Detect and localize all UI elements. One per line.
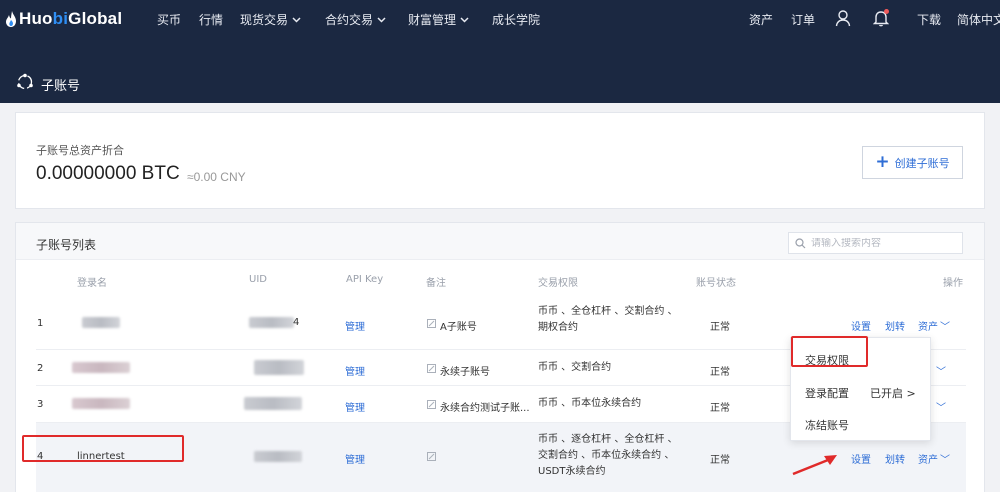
user-icon[interactable]: [835, 9, 851, 27]
notification-dot: [884, 9, 889, 14]
login-name-redacted: [82, 317, 120, 328]
apikey-manage-link[interactable]: 管理: [345, 363, 365, 378]
apikey-manage-link[interactable]: 管理: [345, 318, 365, 333]
account-status: 正常: [710, 367, 730, 378]
note-text: 永续合约测试子账...: [440, 403, 530, 414]
nav-markets[interactable]: 行情: [199, 11, 223, 28]
col-apikey: API Key: [346, 274, 384, 285]
nav-assets[interactable]: 资产: [749, 11, 773, 28]
search-box[interactable]: [788, 232, 963, 254]
col-login: 登录名: [77, 278, 107, 289]
create-subaccount-button[interactable]: + 创建子账号: [862, 146, 963, 179]
list-header: 子账号列表: [16, 223, 984, 260]
transfer-link[interactable]: 划转: [885, 451, 905, 466]
col-perm: 交易权限: [538, 278, 578, 289]
summary-card: 子账号总资产折合 0.00000000 BTC ≈0.00 CNY + 创建子账…: [15, 112, 985, 209]
create-subaccount-label: 创建子账号: [894, 156, 950, 170]
edit-icon[interactable]: [427, 400, 436, 409]
uid-redacted: [244, 397, 302, 410]
apikey-manage-link[interactable]: 管理: [345, 451, 365, 466]
total-cny-value: ≈0.00 CNY: [187, 170, 246, 184]
row-index: 2: [37, 363, 44, 374]
nav-spot-trading[interactable]: 现货交易: [240, 11, 301, 28]
col-ops: 操作: [943, 278, 963, 289]
chevron-down-icon: ﹀: [940, 455, 950, 466]
edit-icon[interactable]: [427, 452, 436, 461]
note-text: 永续子账号: [440, 367, 490, 378]
assets-dropdown[interactable]: 资产 ﹀: [918, 451, 950, 466]
col-uid: UID: [249, 274, 267, 285]
nav-language[interactable]: 简体中文: [957, 11, 1000, 28]
account-status: 正常: [710, 322, 730, 333]
menu-freeze-account[interactable]: 冻结账号: [805, 417, 849, 433]
row-index: 1: [37, 318, 44, 329]
settings-link[interactable]: 设置: [851, 318, 871, 333]
trade-permissions: 币币 、币本位永续合约: [538, 398, 642, 409]
list-title: 子账号列表: [36, 238, 97, 252]
row-index: 3: [37, 399, 44, 410]
edit-icon[interactable]: [427, 364, 436, 373]
chevron-down-icon: ﹀: [936, 367, 946, 378]
search-input[interactable]: [811, 237, 951, 249]
nav-academy[interactable]: 成长学院: [492, 11, 540, 28]
annotation-arrow-icon: [792, 455, 837, 476]
transfer-link[interactable]: 划转: [885, 318, 905, 333]
nav-orders[interactable]: 订单: [791, 11, 815, 28]
chevron-down-icon: ﹀: [936, 403, 946, 414]
assets-dropdown[interactable]: ﹀: [934, 399, 946, 414]
edit-icon[interactable]: [427, 319, 436, 328]
chevron-down-icon: ﹀: [940, 322, 950, 333]
trade-permissions: 币币 、交割合约: [538, 362, 612, 373]
col-note: 备注: [426, 278, 446, 289]
login-name-redacted: [72, 362, 130, 373]
chevron-down-icon: [460, 16, 469, 23]
col-status: 账号状态: [696, 278, 736, 289]
nav-buy-crypto[interactable]: 买币: [157, 11, 181, 28]
huobi-global-logo[interactable]: Huo bi Global: [6, 9, 122, 29]
page-header: 子账号: [0, 37, 1000, 103]
chevron-right-icon: >: [906, 387, 916, 400]
menu-login-config[interactable]: 登录配置: [805, 385, 849, 401]
chevron-down-icon: [292, 16, 301, 23]
assets-dropdown[interactable]: 资产 ﹀: [918, 318, 950, 333]
uid-redacted: [254, 360, 304, 375]
annotation-box-trade-permission: [791, 336, 868, 367]
logo-text-prefix: Huo: [19, 9, 53, 28]
note-text: A子账号: [440, 322, 477, 333]
annotation-box-linnertest: [22, 435, 184, 462]
total-btc-value: 0.00000000 BTC: [36, 163, 180, 184]
logo-text-suffix: Global: [68, 9, 123, 28]
subaccount-icon: [17, 73, 33, 90]
trade-permissions: 币币 、逐仓杠杆 、全仓杠杆 、交割合约 、币本位永续合约 、 USDT永续合约: [538, 434, 678, 477]
login-name-redacted: [72, 398, 130, 409]
top-navbar: Huo bi Global 买币 行情 现货交易 合约交易 财富管理 成长学院 资…: [0, 0, 1000, 37]
uid-redacted: [254, 451, 302, 462]
nav-contract-trading[interactable]: 合约交易: [325, 11, 386, 28]
plus-icon: +: [875, 152, 890, 172]
settings-link[interactable]: 设置: [851, 451, 871, 466]
nav-download[interactable]: 下载: [917, 11, 941, 28]
assets-dropdown[interactable]: ﹀: [934, 363, 946, 378]
uid-redacted: [249, 317, 294, 328]
login-config-status[interactable]: 已开启 >: [870, 385, 916, 401]
chevron-down-icon: [377, 16, 386, 23]
search-icon: [795, 237, 806, 248]
summary-label: 子账号总资产折合: [36, 144, 124, 157]
trade-permissions: 币币 、全仓杠杆 、交割合约 、期权合约: [538, 306, 678, 333]
account-status: 正常: [710, 455, 730, 466]
apikey-manage-link[interactable]: 管理: [345, 399, 365, 414]
page-title: 子账号: [41, 79, 81, 94]
flame-logo-icon: [6, 11, 16, 27]
logo-text-bi: bi: [52, 9, 69, 28]
uid-tail: 4: [293, 317, 300, 328]
nav-wealth[interactable]: 财富管理: [408, 11, 469, 28]
account-status: 正常: [710, 403, 730, 414]
